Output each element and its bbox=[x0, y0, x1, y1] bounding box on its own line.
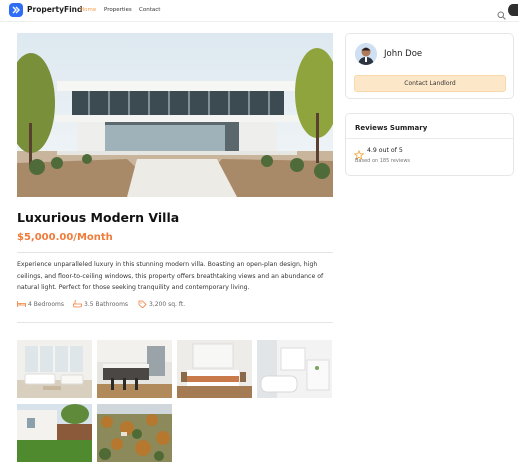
contact-landlord-button[interactable]: Contact Landlord bbox=[354, 75, 506, 92]
reviews-card: Reviews Summary 4.9 out of 5 Based on 18… bbox=[345, 113, 514, 176]
bed-icon bbox=[17, 301, 26, 307]
nav-link-contact[interactable]: Contact bbox=[139, 7, 160, 13]
feature-label: 3.5 Bathrooms bbox=[84, 301, 129, 308]
nav-link-home[interactable]: Home bbox=[80, 7, 96, 13]
feature-label: 3,200 sq. ft. bbox=[149, 301, 186, 308]
agent-avatar bbox=[355, 43, 377, 65]
tag-icon bbox=[138, 300, 147, 308]
user-avatar[interactable] bbox=[508, 4, 518, 16]
nav-link-properties[interactable]: Properties bbox=[104, 7, 132, 13]
living-room-photo[interactable] bbox=[17, 340, 92, 398]
bedroom-photo[interactable] bbox=[177, 340, 252, 398]
bath-icon bbox=[73, 300, 82, 308]
listing-price: $5,000.00/Month bbox=[17, 232, 113, 243]
listing-title: Luxurious Modern Villa bbox=[17, 210, 180, 225]
top-nav: PropertyFind Home Properties Contact bbox=[0, 0, 519, 22]
bathroom-photo[interactable] bbox=[257, 340, 332, 398]
kitchen-photo[interactable] bbox=[97, 340, 172, 398]
divider bbox=[17, 252, 333, 253]
agent-card: John Doe Contact Landlord bbox=[345, 33, 514, 99]
listing-description: Experience unparalleled luxury in this s… bbox=[17, 261, 324, 291]
logo-icon[interactable] bbox=[9, 3, 23, 17]
rating-text: 4.9 out of 5 bbox=[367, 147, 403, 154]
agent-name: John Doe bbox=[384, 49, 423, 59]
brand-name[interactable]: PropertyFind bbox=[27, 5, 82, 14]
aerial-view-photo[interactable] bbox=[97, 404, 172, 462]
review-count: Based on 185 reviews bbox=[355, 158, 411, 164]
hero-villa-photo bbox=[17, 33, 333, 197]
divider bbox=[17, 322, 333, 323]
feature-label: 4 Bedrooms bbox=[28, 301, 64, 308]
divider bbox=[346, 138, 513, 139]
reviews-title: Reviews Summary bbox=[355, 124, 428, 132]
search-icon[interactable] bbox=[497, 5, 506, 24]
backyard-photo[interactable] bbox=[17, 404, 92, 462]
